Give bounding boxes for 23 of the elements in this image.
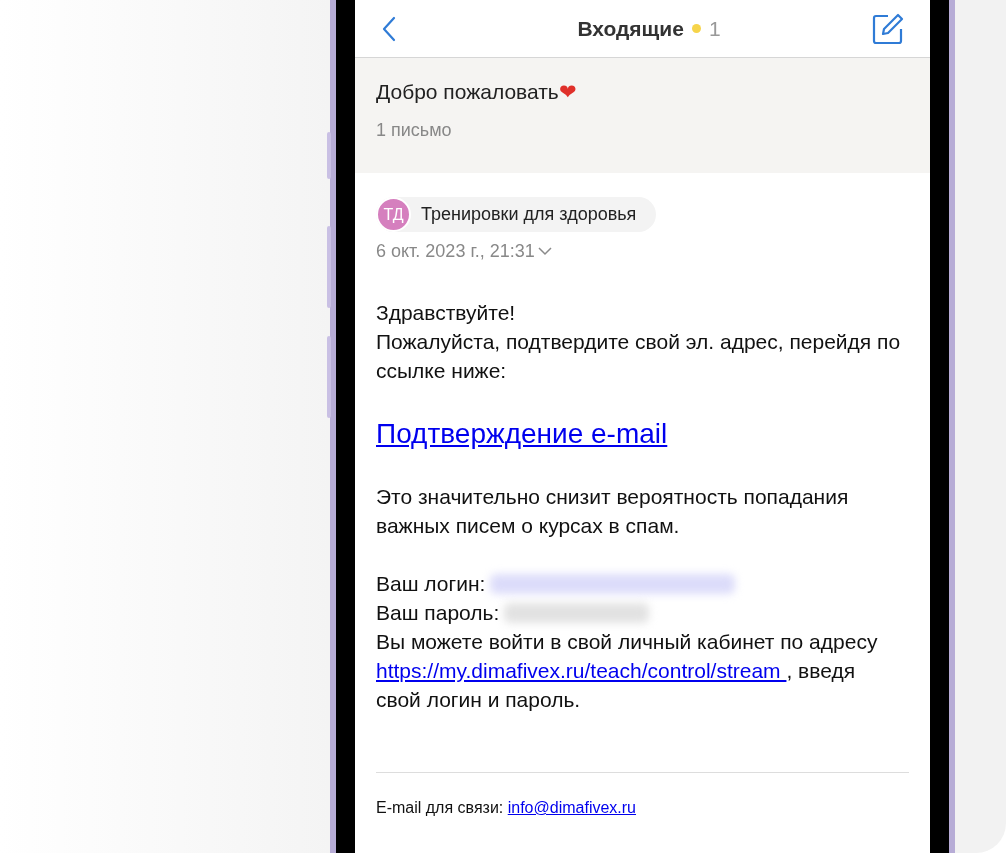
login-label: Ваш логин: [376,571,486,597]
sender-avatar: ТД [376,197,411,232]
heart-emoji: ❤ [558,80,577,103]
back-icon[interactable] [382,15,396,42]
sender-chip[interactable]: ТД Тренировки для здоровья [376,197,657,232]
cabinet-text: Вы можете войти в свой личный кабинет по адресу https://my.dimafivex.ru/teach/control/stream , введя свой логин и пароль. [376,629,879,713]
footer-label: E-mail для связи: [376,799,504,816]
footer-email-link[interactable]: info@dimafivex.ru [507,799,636,816]
thread-subject: Добро пожаловать [376,80,559,103]
message-date: 6 окт. 2023 г., 21:31 [376,241,535,262]
note-text: Это значительно снизит вероятность попадания важных писем о курсах в спам. [376,484,850,539]
intro-text: Пожалуйста, подтвердите свой эл. адрес, перейдя по ссылке ниже: [376,329,901,384]
compose-icon[interactable] [872,12,904,45]
message-count: 1 письмо [376,120,453,141]
unread-count: 1 [708,16,721,41]
header-title: Входящие [577,16,684,41]
greeting-text: Здравствуйте! [376,300,517,326]
unread-dot [691,24,701,33]
sender-name: Тренировки для здоровья [421,204,637,225]
cabinet-link[interactable]: https://my.dimafivex.ru/teach/control/stream [376,659,787,682]
password-label: Ваш пароль: [376,600,500,626]
chevron-down-icon[interactable] [537,247,552,256]
confirm-link[interactable]: Подтверждение e-mail [376,418,668,449]
